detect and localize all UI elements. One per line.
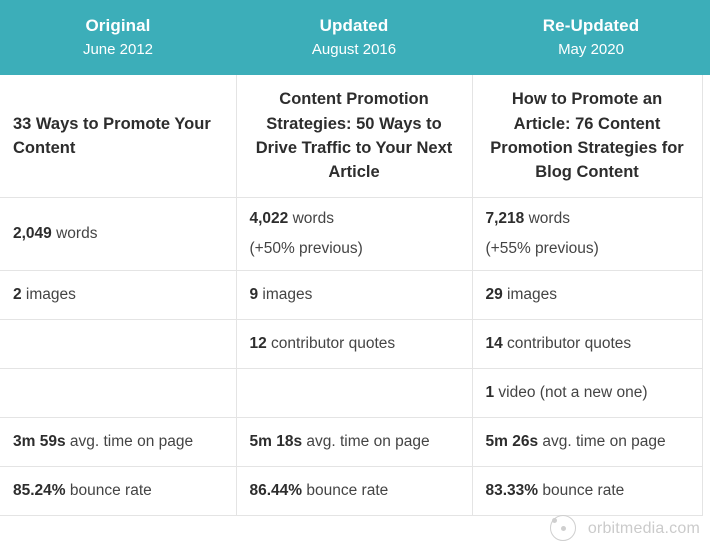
metric-label: images <box>21 285 76 303</box>
metric: 2 images <box>13 286 76 303</box>
metric-label: images <box>258 285 313 303</box>
table-cell: 5m 18s avg. time on page <box>236 417 473 467</box>
metric: 5m 18s avg. time on page <box>250 433 430 450</box>
metric: 83.33% bounce rate <box>486 482 625 499</box>
article-title: Content Promotion Strategies: 50 Ways to… <box>255 90 453 182</box>
table-cell: 1 video (not a new one) <box>472 368 703 418</box>
table-cell-article-title: Content Promotion Strategies: 50 Ways to… <box>236 75 473 198</box>
metric-value: 29 <box>485 285 503 303</box>
metric: 12 contributor quotes <box>250 335 396 352</box>
metric-value: 5m 26s <box>485 432 539 450</box>
table-cell-empty <box>0 319 237 369</box>
metric-label: words <box>51 224 98 242</box>
table-cell: 14 contributor quotes <box>472 319 703 369</box>
metric-value: 83.33% <box>485 481 539 499</box>
table-cell: 5m 26s avg. time on page <box>472 417 703 467</box>
metric-label: avg. time on page <box>538 432 666 450</box>
metric-value: 2 <box>13 285 22 303</box>
metric-value: 86.44% <box>249 481 303 499</box>
metric: 1 video (not a new one) <box>486 384 648 401</box>
table-cell-empty <box>0 368 237 418</box>
metric: 86.44% bounce rate <box>250 482 389 499</box>
metric-label: words <box>288 209 334 227</box>
table-cell: 3m 59s avg. time on page <box>0 417 237 467</box>
header-subtitle: May 2020 <box>558 41 624 59</box>
table-cell: 7,218 words (+55% previous) <box>472 197 703 271</box>
table-cell: 86.44% bounce rate <box>236 466 473 516</box>
header-subtitle: June 2012 <box>82 41 154 59</box>
header-subtitle: August 2016 <box>311 41 397 59</box>
header-title: Re-Updated <box>542 15 640 35</box>
metric-value: 1 <box>485 383 495 401</box>
table-cell-article-title: 33 Ways to Promote Your Content <box>0 75 237 198</box>
table-cell: 2,049 words <box>0 197 237 271</box>
metric-label: video (not a new one) <box>494 383 648 401</box>
table-cell-empty <box>236 368 473 418</box>
table-cell: 83.33% bounce rate <box>472 466 703 516</box>
metric: 85.24% bounce rate <box>13 482 152 499</box>
table-row: 1 video (not a new one) <box>0 368 703 418</box>
table-cell: 12 contributor quotes <box>236 319 473 369</box>
header-column-re-updated: Re-Updated May 2020 <box>472 0 710 75</box>
metric: 4,022 words <box>250 210 334 227</box>
header-title: Updated <box>319 15 389 35</box>
metric: 7,218 words <box>486 210 570 227</box>
metric-value: 7,218 <box>485 209 525 227</box>
orbit-satellite-shape <box>551 518 557 523</box>
brand-footer: orbitmedia.com <box>549 514 700 544</box>
table-cell: 29 images <box>472 270 703 320</box>
metric-label: bounce rate <box>538 481 625 499</box>
metric: 3m 59s avg. time on page <box>13 433 193 450</box>
metric-label: bounce rate <box>302 481 389 499</box>
header-title: Original <box>85 15 151 35</box>
metric-label: words <box>524 209 570 227</box>
metric-value: 3m 59s <box>13 432 66 450</box>
comparison-infographic: Original June 2012 Updated August 2016 R… <box>0 0 710 556</box>
metric-label: contributor quotes <box>502 334 632 352</box>
metric-value: 4,022 <box>249 209 289 227</box>
metric-value: 14 <box>485 334 503 352</box>
metric-value: 85.24% <box>13 481 66 499</box>
metric-value: 5m 18s <box>249 432 303 450</box>
metric: 29 images <box>486 286 558 303</box>
table-row: 85.24% bounce rate 86.44% bounce rate 83… <box>0 466 703 516</box>
metric: 14 contributor quotes <box>486 335 632 352</box>
table-row: 2 images 9 images 29 images <box>0 270 703 320</box>
brand-name: orbitmedia.com <box>587 520 700 537</box>
metric-note: (+55% previous) <box>485 240 599 257</box>
metric: 9 images <box>250 286 313 303</box>
metric-label: avg. time on page <box>302 432 430 450</box>
orbit-icon <box>549 514 579 544</box>
article-title: 33 Ways to Promote Your Content <box>13 114 211 157</box>
table-cell: 4,022 words (+50% previous) <box>236 197 473 271</box>
article-title: How to Promote an Article: 76 Content Pr… <box>490 90 684 182</box>
metric: 2,049 words <box>13 225 97 242</box>
metric-label: bounce rate <box>65 481 152 499</box>
comparison-table: 33 Ways to Promote Your Content Content … <box>0 75 703 516</box>
orbit-core-shape <box>560 526 566 531</box>
table-row: 3m 59s avg. time on page 5m 18s avg. tim… <box>0 417 703 467</box>
metric-value: 2,049 <box>13 224 52 242</box>
table-cell: 2 images <box>0 270 237 320</box>
metric-note: (+50% previous) <box>249 240 363 257</box>
table-row: 12 contributor quotes 14 contributor quo… <box>0 319 703 369</box>
table-row-article-titles: 33 Ways to Promote Your Content Content … <box>0 75 703 198</box>
table-cell: 9 images <box>236 270 473 320</box>
metric-value: 9 <box>249 285 259 303</box>
header-column-original: Original June 2012 <box>0 0 236 75</box>
table-header-band: Original June 2012 Updated August 2016 R… <box>0 0 710 75</box>
table-cell: 85.24% bounce rate <box>0 466 237 516</box>
table-row: 2,049 words 4,022 words (+50% previous) … <box>0 197 703 271</box>
metric: 5m 26s avg. time on page <box>486 433 666 450</box>
metric-label: images <box>502 285 558 303</box>
metric-label: avg. time on page <box>65 432 194 450</box>
table-cell-article-title: How to Promote an Article: 76 Content Pr… <box>472 75 703 198</box>
metric-value: 12 <box>249 334 267 352</box>
metric-label: contributor quotes <box>266 334 396 352</box>
header-column-updated: Updated August 2016 <box>236 0 472 75</box>
